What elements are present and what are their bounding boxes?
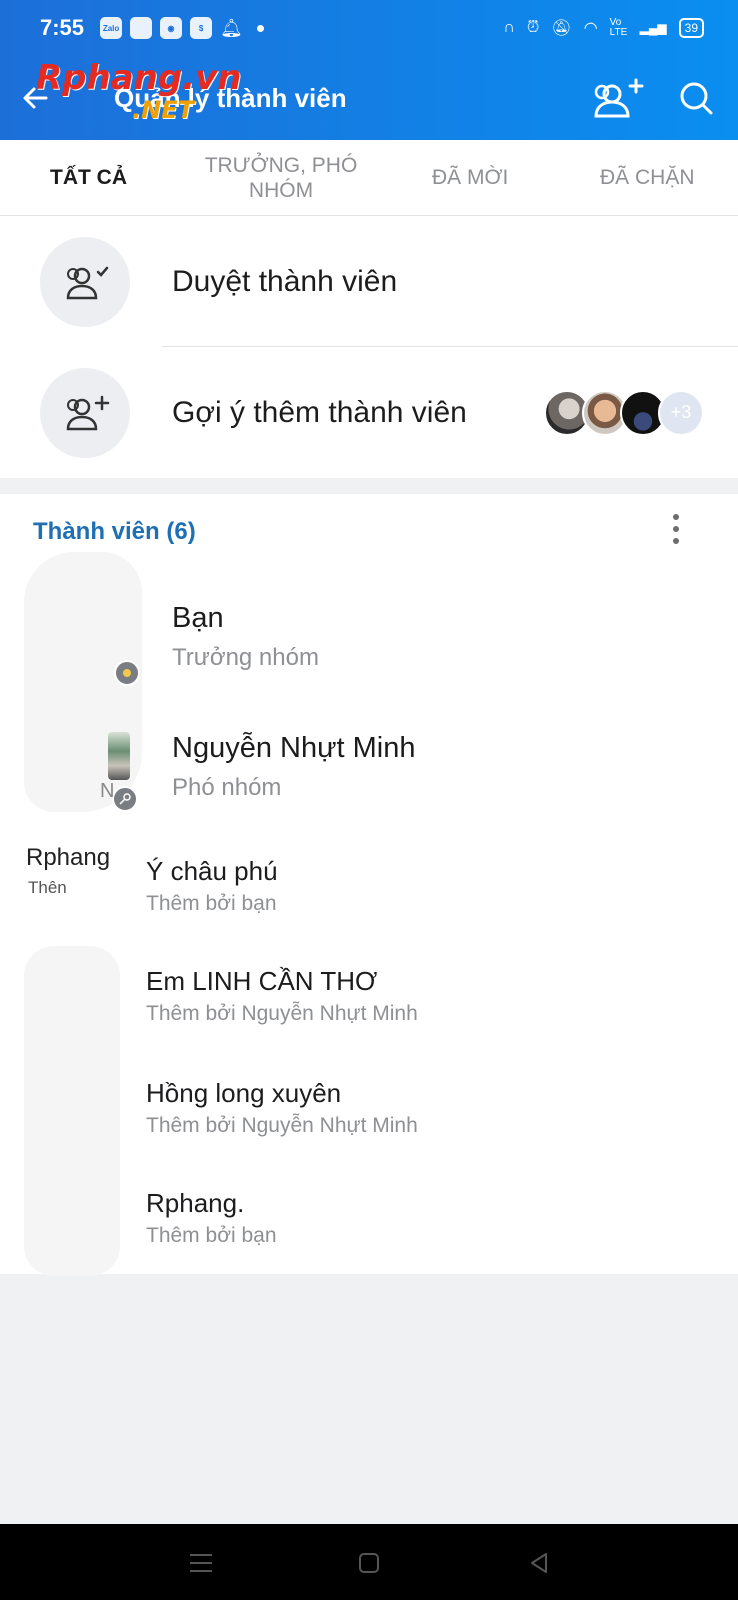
back-button[interactable] [0,56,70,140]
header-actions [590,56,714,140]
arrow-left-icon [23,87,48,109]
headset-icon: ∩ [503,19,515,36]
tab-admins[interactable]: TRƯỞNG, PHÓ NHÓM [196,153,366,203]
wifi-icon: ◠ [583,20,598,37]
member-name: Nguyễn Nhựt Minh [172,732,416,764]
shopee-icon: $ [190,17,213,39]
members-card: Thành viên (6) N Rphang Thên Bạn Trưởng … [0,494,738,1276]
approve-members-label: Duyệt thành viên [172,264,398,298]
status-bar: 7:55 Zalo ◉ $ 🔔︎ ∩ ⏰︎ 🔕︎ ◠ Vo LTE ▂▄▆ 39 [0,0,738,56]
tab-blocked[interactable]: ĐÃ CHẶN [600,165,695,190]
alarm-icon: ⏰︎ [526,19,540,36]
member-tabs: TẤT CẢ TRƯỞNG, PHÓ NHÓM ĐÃ MỜI ĐÃ CHẶN [0,140,738,216]
volte-icon: Vo LTE [609,17,628,38]
action-icon-circle [40,236,130,327]
menu-icon[interactable] [184,1546,218,1580]
list-item[interactable]: Nguyễn Nhựt Minh Phó nhóm [0,732,738,832]
camera-icon: ◉ [160,17,183,39]
watermark-logo-sub: .NET [132,96,194,124]
member-name: Bạn [172,602,224,634]
list-item[interactable]: Rphang. Thêm bởi bạn [0,1188,738,1278]
user-add-icon [66,395,110,430]
member-subtitle: Thêm bởi Nguyễn Nhựt Minh [146,1114,418,1137]
more-notifications-dot [256,24,264,32]
member-role: Phó nhóm [172,774,282,801]
actions-card: Duyệt thành viên Gợi ý thêm thành viên +… [0,216,738,478]
approve-members-row[interactable]: Duyệt thành viên [0,216,738,347]
signal-icon: ▂▄▆ [639,21,667,35]
list-item[interactable]: Hồng long xuyên Thêm bởi Nguyễn Nhựt Min… [0,1078,738,1168]
member-subtitle: Thêm bởi Nguyễn Nhựt Minh [146,1002,418,1025]
bell-icon: 🔔︎ [220,17,243,38]
suggest-members-label: Gợi ý thêm thành viên [172,395,467,429]
app-icon [130,17,153,39]
mute-icon: 🔕︎ [551,20,572,37]
action-icon-circle [40,367,130,458]
battery-indicator: 39 [678,18,704,38]
users-check-icon [66,266,109,299]
list-item[interactable]: Em LINH CẦN THƠ Thêm bởi Nguyễn Nhựt Min… [0,966,738,1056]
more-options-icon[interactable] [666,512,686,546]
member-name: Hồng long xuyên [146,1078,342,1108]
tab-invited[interactable]: ĐÃ MỜI [432,165,508,190]
tab-all[interactable]: TẤT CẢ [50,165,127,190]
member-subtitle: Thêm bởi bạn [146,1224,277,1247]
member-name: Ý châu phú [146,856,278,886]
zalo-icon: Zalo [100,17,123,39]
search-icon[interactable] [678,80,714,116]
back-icon[interactable] [522,1546,556,1580]
member-subtitle: Thêm bởi bạn [146,892,277,915]
system-nav-bar [0,1524,738,1600]
list-item[interactable]: Ý châu phú Thêm bởi bạn [0,856,738,946]
status-system-icons: ∩ ⏰︎ 🔕︎ ◠ Vo LTE ▂▄▆ 39 [503,18,704,38]
add-member-button[interactable] [590,76,646,120]
status-notification-icons: Zalo ◉ $ 🔔︎ [100,17,264,39]
suggested-avatars: +3 [544,389,704,436]
home-icon[interactable] [352,1546,386,1580]
app-header: Quản lý thành viên Rphang.vn .NET [0,56,738,140]
member-role: Trưởng nhóm [172,644,319,671]
member-name: Em LINH CẦN THƠ [146,966,378,996]
member-name: Rphang. [146,1188,245,1218]
more-suggestions-count: +3 [658,389,704,436]
suggest-members-row[interactable]: Gợi ý thêm thành viên +3 [0,347,738,478]
list-item[interactable]: Bạn Trưởng nhóm [0,602,738,702]
status-time: 7:55 [40,15,85,40]
members-section-title: Thành viên (6) [33,518,196,545]
